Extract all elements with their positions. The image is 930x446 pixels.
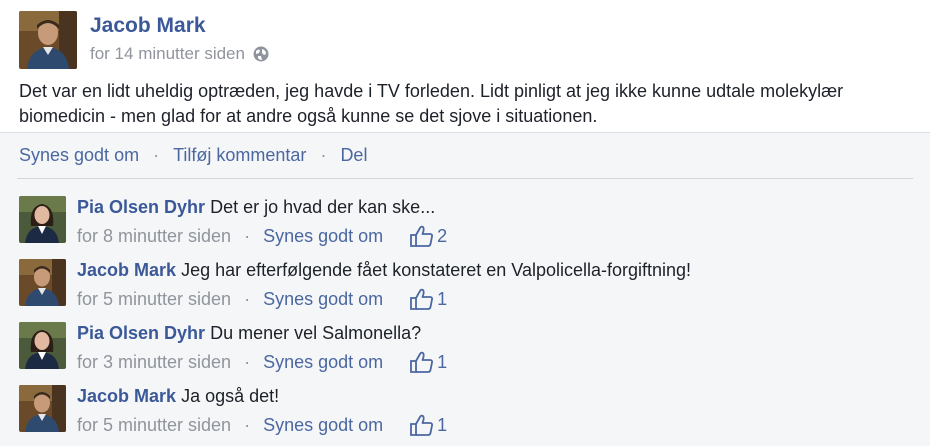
meta-separator: ·: [244, 226, 251, 246]
author-avatar[interactable]: [19, 11, 77, 69]
share-button[interactable]: Del: [340, 145, 367, 166]
comment-meta: for 5 minutter siden · Synes godt om 1: [77, 414, 447, 436]
comment-like-button[interactable]: Synes godt om: [263, 288, 383, 310]
like-button[interactable]: Synes godt om: [19, 145, 139, 166]
comment-like-button[interactable]: Synes godt om: [263, 351, 383, 373]
post-actions: Synes godt om · Tilføj kommentar · Del: [19, 145, 367, 166]
comment-text: Det er jo hvad der kan ske...: [210, 197, 436, 217]
commenter-avatar[interactable]: [19, 196, 66, 243]
thumbs-up-icon: [410, 414, 434, 436]
thumbs-up-icon: [410, 225, 434, 247]
comment-author[interactable]: Pia Olsen Dyhr: [77, 197, 205, 217]
add-comment-button[interactable]: Tilføj kommentar: [173, 145, 306, 166]
meta-separator: ·: [244, 415, 251, 435]
comment-text: Ja også det!: [181, 386, 280, 406]
comment: Pia Olsen Dyhr Du mener vel Salmonella? …: [19, 322, 919, 378]
commenter-avatar[interactable]: [19, 322, 66, 369]
post-body-text: Det var en lidt uheldig optræden, jeg ha…: [19, 81, 844, 126]
comment-like-count[interactable]: 1: [409, 414, 447, 436]
comment-meta: for 3 minutter siden · Synes godt om 1: [77, 351, 447, 373]
commenter-avatar[interactable]: [19, 385, 66, 432]
comment-like-count[interactable]: 2: [409, 225, 447, 247]
comment-content: Pia Olsen Dyhr Du mener vel Salmonella?: [77, 322, 421, 344]
commenter-avatar[interactable]: [19, 259, 66, 306]
comment-like-count[interactable]: 1: [409, 288, 447, 310]
thumbs-up-icon: [410, 351, 434, 373]
comment-like-button[interactable]: Synes godt om: [263, 414, 383, 436]
comment-timestamp[interactable]: for 5 minutter siden: [77, 414, 231, 436]
comment-timestamp[interactable]: for 3 minutter siden: [77, 351, 231, 373]
action-separator: ·: [153, 145, 160, 165]
meta-separator: ·: [244, 352, 251, 372]
comment-text: Du mener vel Salmonella?: [210, 323, 422, 343]
facebook-post: Jacob Mark for 14 minutter siden Det var…: [0, 0, 930, 446]
comment-meta: for 8 minutter siden · Synes godt om 2: [77, 225, 447, 247]
divider: [17, 178, 913, 179]
comment-meta: for 5 minutter siden · Synes godt om 1: [77, 288, 447, 310]
like-count: 1: [437, 415, 448, 435]
comment-timestamp[interactable]: for 8 minutter siden: [77, 225, 231, 247]
thumbs-up-icon: [410, 288, 434, 310]
post-author-name[interactable]: Jacob Mark: [90, 14, 206, 38]
comment-author[interactable]: Jacob Mark: [77, 386, 176, 406]
comment: Jacob Mark Ja også det! for 5 minutter s…: [19, 385, 919, 441]
comment-timestamp[interactable]: for 5 minutter siden: [77, 288, 231, 310]
like-count: 1: [437, 352, 448, 372]
feedback-section: Synes godt om · Tilføj kommentar · Del P…: [0, 132, 930, 446]
comment-content: Jacob Mark Ja også det!: [77, 385, 279, 407]
meta-separator: ·: [244, 289, 251, 309]
comment-text: Jeg har efterfølgende fået konstateret e…: [181, 260, 692, 280]
action-separator: ·: [320, 145, 327, 165]
comment-like-count[interactable]: 1: [409, 351, 447, 373]
post-timestamp[interactable]: for 14 minutter siden: [90, 44, 245, 64]
like-count: 1: [437, 289, 448, 309]
comment-content: Pia Olsen Dyhr Det er jo hvad der kan sk…: [77, 196, 435, 218]
comment-content: Jacob Mark Jeg har efterfølgende fået ko…: [77, 259, 691, 281]
comment: Pia Olsen Dyhr Det er jo hvad der kan sk…: [19, 196, 919, 252]
comment-like-button[interactable]: Synes godt om: [263, 225, 383, 247]
comment-author[interactable]: Pia Olsen Dyhr: [77, 323, 205, 343]
like-count: 2: [437, 226, 448, 246]
comment: Jacob Mark Jeg har efterfølgende fået ko…: [19, 259, 919, 315]
globe-icon[interactable]: [253, 46, 269, 62]
comment-author[interactable]: Jacob Mark: [77, 260, 176, 280]
post-meta: for 14 minutter siden: [90, 44, 269, 64]
